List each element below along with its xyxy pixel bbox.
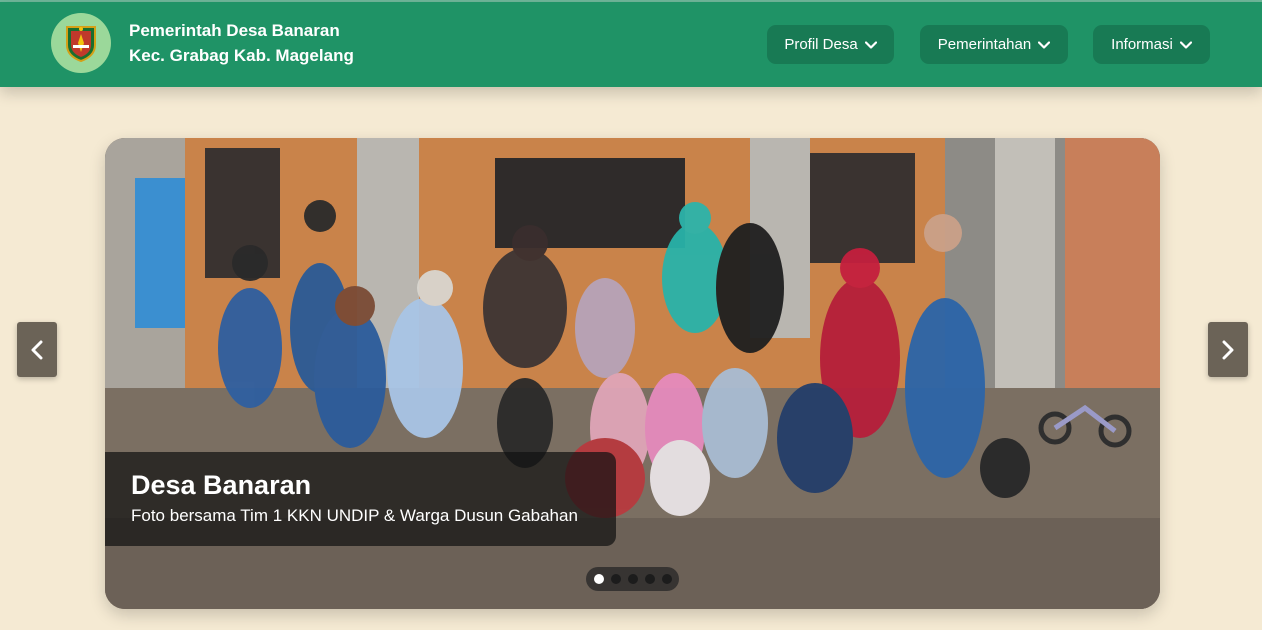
- brand-line-1: Pemerintah Desa Banaran: [129, 21, 340, 40]
- slide-indicators: [586, 567, 679, 591]
- slide-indicator-5[interactable]: [661, 574, 672, 584]
- slide-indicator-2[interactable]: [610, 574, 621, 584]
- brand-line-2: Kec. Grabag Kab. Magelang: [129, 46, 354, 65]
- nav-pemerintahan[interactable]: Pemerintahan: [920, 25, 1068, 64]
- chevron-right-icon: [1222, 340, 1234, 359]
- chevron-down-icon: [1179, 40, 1192, 49]
- nav-informasi-label: Informasi: [1111, 36, 1173, 53]
- chevron-left-icon: [31, 340, 43, 359]
- slide-title: Desa Banaran: [131, 470, 312, 500]
- nav-profil-desa-label: Profil Desa: [784, 36, 858, 53]
- nav-pemerintahan-label: Pemerintahan: [937, 36, 1032, 53]
- carousel-prev-button[interactable]: [17, 322, 57, 377]
- village-emblem-icon: [66, 26, 96, 63]
- slide-indicator-4[interactable]: [644, 574, 655, 584]
- chevron-down-icon: [1038, 40, 1051, 49]
- nav-informasi[interactable]: Informasi: [1093, 25, 1210, 64]
- chevron-down-icon: [864, 40, 877, 49]
- site-header: Pemerintah Desa Banaran Kec. Grabag Kab.…: [0, 2, 1262, 87]
- hero-carousel[interactable]: Desa Banaran Foto bersama Tim 1 KKN UNDI…: [105, 138, 1160, 609]
- slide-caption: Desa Banaran Foto bersama Tim 1 KKN UNDI…: [105, 452, 616, 546]
- nav-profil-desa[interactable]: Profil Desa: [767, 25, 894, 64]
- slide-subtitle: Foto bersama Tim 1 KKN UNDIP & Warga Dus…: [131, 506, 578, 525]
- site-brand[interactable]: Pemerintah Desa Banaran Kec. Grabag Kab.…: [129, 18, 354, 68]
- slide-indicator-3[interactable]: [627, 574, 638, 584]
- village-logo[interactable]: [51, 13, 111, 73]
- slide-indicator-1[interactable]: [593, 574, 604, 584]
- carousel-next-button[interactable]: [1208, 322, 1248, 377]
